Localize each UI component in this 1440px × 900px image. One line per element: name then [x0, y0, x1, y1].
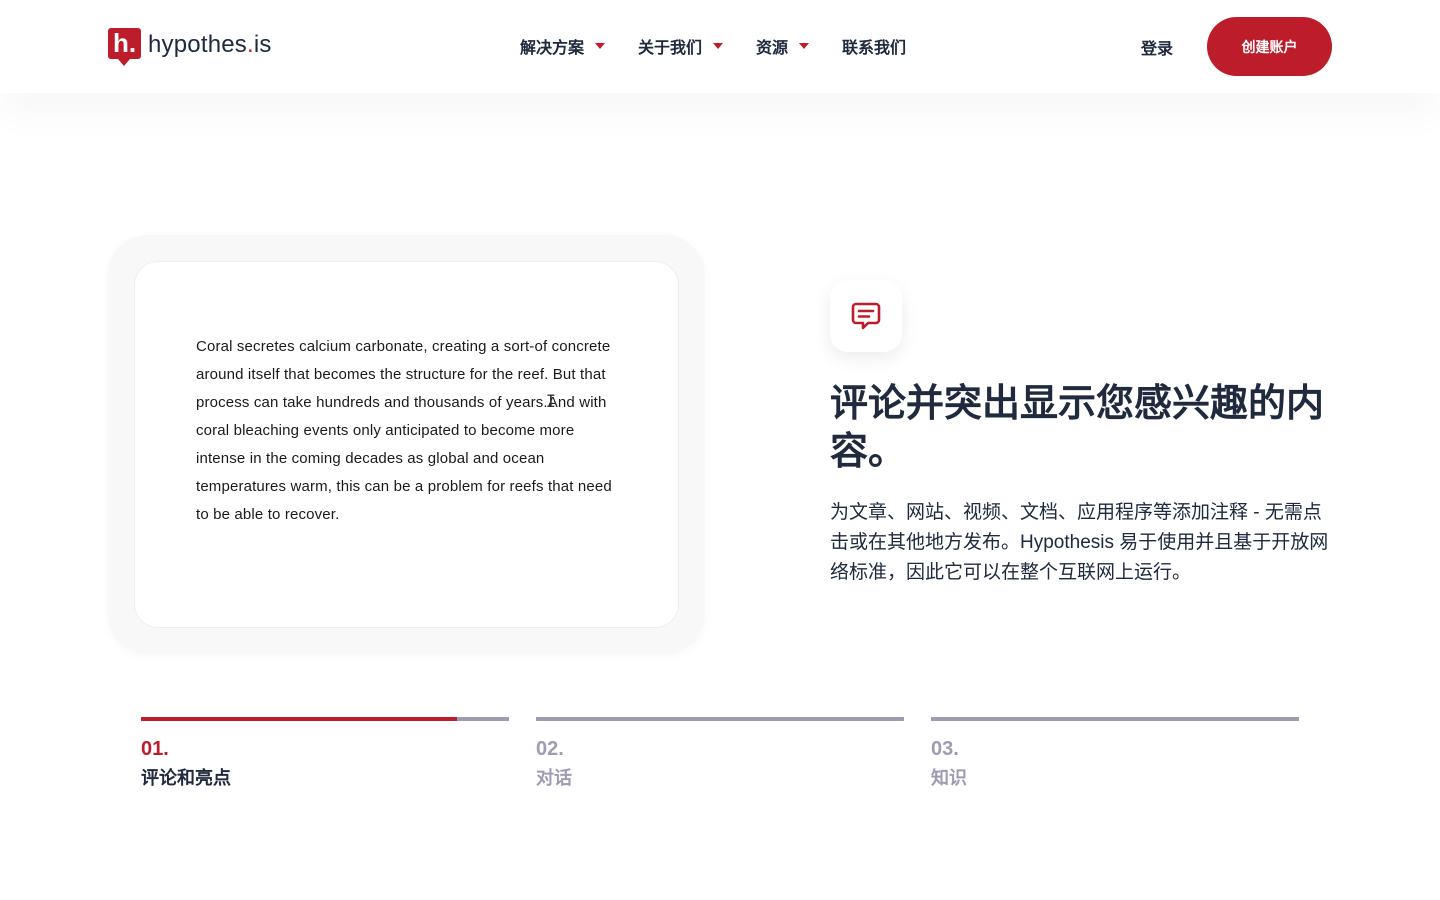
hypothesis-logo[interactable]: h. hypothes.is	[108, 28, 272, 66]
text-cursor-glyph: I	[545, 392, 557, 412]
logo-wordmark-dot: .	[247, 31, 254, 58]
step-number: 02.	[536, 738, 564, 760]
login-link[interactable]: 登录	[1141, 35, 1173, 59]
step-number: 03.	[931, 738, 959, 760]
step-number: 01.	[141, 738, 169, 760]
nav-item-label: 关于我们	[638, 40, 703, 57]
step-progress-bar	[931, 717, 1299, 721]
caret-down-icon	[713, 43, 724, 49]
caret-down-icon	[595, 43, 606, 49]
step-label: 知识	[931, 768, 967, 788]
feature-description: 为文章、网站、视频、文档、应用程序等添加注释 - 无需点击或在其他地方发布。Hy…	[830, 502, 1329, 583]
comment-icon-graphic	[851, 302, 881, 330]
demo-paragraph[interactable]: Coral secretes calcium carbonate, creati…	[196, 333, 626, 529]
caret-down-icon	[799, 43, 810, 49]
demo-text-part-2: And with coral bleaching events only ant…	[196, 394, 612, 523]
logo-wordmark-main: hypothes	[148, 31, 248, 58]
step-label: 对话	[536, 768, 572, 788]
step-progress-bar	[536, 717, 904, 721]
logo-mark: h.	[108, 28, 141, 66]
nav-item-solutions[interactable]: 解决方案	[520, 34, 606, 58]
step-annotate[interactable]: 01. 评论和亮点	[141, 717, 509, 790]
step-progress-fill	[141, 717, 458, 721]
nav-item-resources[interactable]: 资源	[756, 34, 810, 58]
nav-item-about[interactable]: 关于我们	[638, 34, 724, 58]
nav-item-label: 解决方案	[520, 40, 585, 57]
step-progress-bar	[141, 717, 509, 721]
nav-item-contact[interactable]: 联系我们	[842, 34, 906, 58]
feature-title: 评论并突出显示您感兴趣的内容。	[830, 383, 1325, 473]
step-conversation[interactable]: 02. 对话	[536, 717, 904, 790]
create-account-button[interactable]: 创建账户	[1207, 17, 1332, 76]
step-label: 评论和亮点	[141, 768, 231, 788]
step-knowledge[interactable]: 03. 知识	[931, 717, 1299, 790]
demo-panel: Coral secretes calcium carbonate, creati…	[108, 235, 705, 654]
comment-icon	[830, 280, 902, 352]
main-nav: 解决方案 关于我们 资源 联系我们	[520, 31, 939, 61]
logo-wordmark: hypothes.is	[148, 28, 272, 62]
demo-document: Coral secretes calcium carbonate, creati…	[134, 261, 679, 628]
logo-wordmark-suffix: is	[253, 31, 272, 58]
nav-item-label: 资源	[756, 40, 789, 57]
nav-item-label: 联系我们	[842, 40, 907, 57]
site-header: h. hypothes.is 解决方案 关于我们 资源 联系我们 登录 创建账户	[0, 0, 1440, 93]
